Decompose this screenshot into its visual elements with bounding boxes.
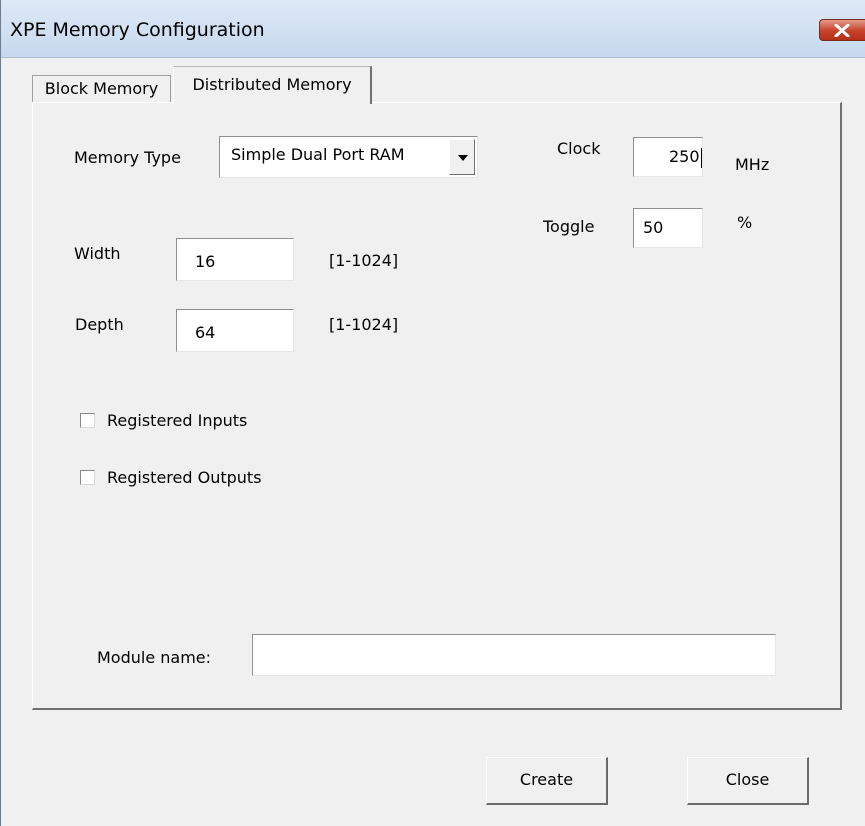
clock-value: 250 <box>669 147 700 166</box>
close-icon <box>834 24 850 37</box>
memory-type-dropdown-button[interactable] <box>449 139 475 175</box>
text-caret <box>700 147 702 168</box>
registered-inputs-label[interactable]: Registered Inputs <box>107 411 247 430</box>
width-label: Width <box>74 244 121 263</box>
create-button[interactable]: Create <box>486 757 608 805</box>
clock-label: Clock <box>557 139 601 158</box>
width-input[interactable]: 16 <box>176 238 294 281</box>
depth-range: [1-1024] <box>329 315 399 334</box>
chevron-down-icon <box>458 155 468 161</box>
width-value: 16 <box>195 252 216 271</box>
toggle-label: Toggle <box>543 217 595 236</box>
registered-outputs-label[interactable]: Registered Outputs <box>107 468 262 487</box>
module-name-label: Module name: <box>97 648 212 667</box>
window-title: XPE Memory Configuration <box>10 19 265 41</box>
clock-unit: MHz <box>735 155 770 174</box>
registered-outputs-checkbox[interactable] <box>80 470 95 485</box>
toggle-unit: % <box>737 213 753 232</box>
depth-input[interactable]: 64 <box>176 309 294 352</box>
toggle-input[interactable]: 50 <box>633 208 703 248</box>
clock-input[interactable]: 250 <box>633 137 703 177</box>
close-button[interactable]: Close <box>687 757 809 805</box>
toggle-value: 50 <box>643 218 664 237</box>
memory-type-label: Memory Type <box>74 148 181 167</box>
tab-block-memory[interactable]: Block Memory <box>32 75 171 103</box>
tab-panel-distributed-memory <box>32 102 842 710</box>
title-bar: XPE Memory Configuration <box>1 0 865 58</box>
dialog-window: XPE Memory Configuration Block Memory Di… <box>0 0 865 826</box>
depth-value: 64 <box>195 323 216 342</box>
tab-distributed-memory[interactable]: Distributed Memory <box>173 66 372 104</box>
registered-inputs-checkbox[interactable] <box>80 413 95 428</box>
depth-label: Depth <box>75 315 124 334</box>
memory-type-value: Simple Dual Port RAM <box>231 145 405 164</box>
title-close-button[interactable] <box>819 19 865 41</box>
module-name-input[interactable] <box>252 634 776 676</box>
width-range: [1-1024] <box>329 251 399 270</box>
memory-type-select[interactable]: Simple Dual Port RAM <box>219 136 478 178</box>
